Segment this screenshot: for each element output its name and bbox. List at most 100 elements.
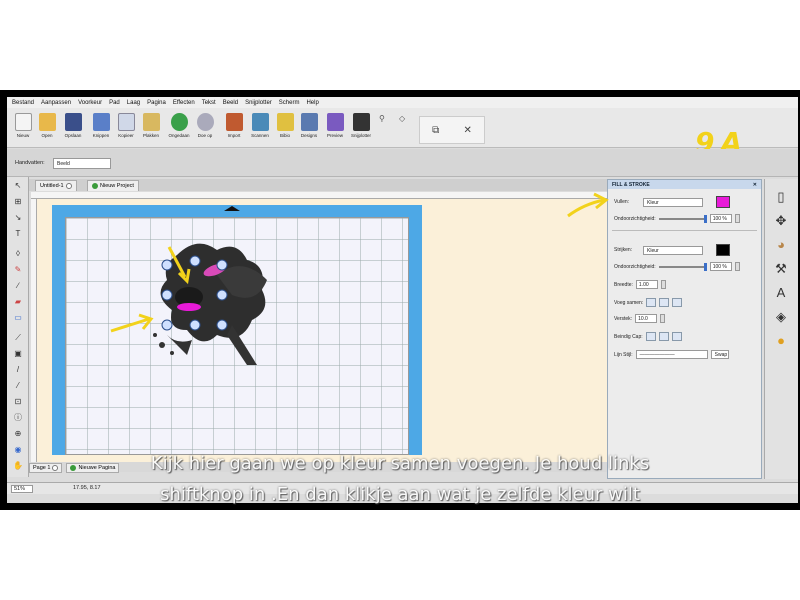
miter-spinner[interactable]	[660, 314, 666, 323]
line-tool-icon[interactable]: /	[13, 365, 23, 375]
gradient-icon[interactable]: ▣	[13, 349, 23, 359]
tab-new-project[interactable]: Nieuw Project	[87, 180, 139, 191]
line-style-select[interactable]: ———————	[635, 350, 708, 359]
fill-opacity-slider[interactable]	[658, 214, 707, 223]
menu-snijplotter[interactable]: Snijplotter	[245, 100, 272, 106]
brush-icon[interactable]: ∕	[13, 281, 23, 291]
width-input[interactable]: 1.00	[635, 280, 658, 289]
join-miter-button[interactable]	[646, 298, 657, 307]
panel-close-icon[interactable]: ✕	[753, 182, 757, 188]
scan-button[interactable]: Scannen	[248, 111, 272, 145]
move-icon[interactable]: ✥	[773, 213, 789, 229]
page-icon[interactable]: ▯	[773, 189, 789, 205]
flower-artwork[interactable]	[147, 235, 287, 370]
import-icon	[225, 113, 243, 131]
line-style-label: Lijn Stijl:	[614, 351, 633, 358]
slider-knob[interactable]	[703, 214, 707, 223]
width-spinner[interactable]	[660, 280, 666, 289]
menu-help[interactable]: Help	[306, 100, 318, 106]
help-icon[interactable]: ●	[773, 333, 789, 349]
restore-button[interactable]: ⧉	[432, 125, 439, 136]
menu-tekst[interactable]: Tekst	[202, 100, 216, 106]
tab-untitled[interactable]: Untitled-1	[35, 180, 77, 191]
join-bevel-button[interactable]	[672, 298, 683, 307]
join-label: Voeg samen:	[614, 299, 644, 306]
stroke-opacity-label: Ondoorzichtigheid:	[614, 263, 656, 270]
copy-button[interactable]: Kopieer	[114, 111, 138, 145]
menu-bestand[interactable]: Bestand	[12, 100, 34, 106]
wrench-icon[interactable]: ⚒	[773, 261, 789, 277]
menu-bar: Bestand Aanpassen Voorkeur Pad Laag Pagi…	[7, 97, 798, 108]
preview-button[interactable]: Preview	[323, 111, 347, 145]
library-button[interactable]: Bibio	[273, 111, 297, 145]
menu-voorkeur[interactable]: Voorkeur	[78, 100, 102, 106]
pencil-icon[interactable]: ✎	[13, 265, 23, 275]
left-ruler	[31, 199, 37, 462]
new-button[interactable]: Nieuw	[11, 111, 35, 145]
menu-aanpassen[interactable]: Aanpassen	[41, 100, 71, 106]
stroke-opacity-input[interactable]: 100 %	[709, 262, 732, 271]
folder-icon	[38, 113, 56, 131]
open-button[interactable]: Open	[35, 111, 59, 145]
knife-tool-icon[interactable]: ⟋	[13, 333, 23, 343]
pin-icon[interactable]: ⚲	[379, 114, 385, 123]
import-button[interactable]: Import	[222, 111, 246, 145]
stroke-color-swatch[interactable]	[716, 244, 730, 256]
close-tab-icon[interactable]	[65, 183, 72, 189]
handles-select[interactable]: Beeld	[53, 158, 111, 169]
menu-pagina[interactable]: Pagina	[147, 100, 166, 106]
stroke-label: Strijken:	[614, 247, 633, 253]
node-edit-icon[interactable]: ↘	[13, 213, 23, 223]
cap-square-button[interactable]	[671, 332, 682, 341]
close-button[interactable]: ✕	[463, 125, 471, 136]
text-style-icon[interactable]: A	[773, 285, 789, 301]
eraser-tool-icon[interactable]: ▰	[13, 297, 23, 307]
cutter-button[interactable]: Snijplotter	[349, 111, 373, 145]
mat-arrow-icon	[224, 206, 240, 211]
miter-input[interactable]: 10.0	[635, 314, 658, 323]
paste-button[interactable]: Plakken	[139, 111, 163, 145]
add-tab-icon[interactable]	[92, 183, 98, 189]
info-icon[interactable]: ⓘ	[13, 413, 23, 423]
menu-pad[interactable]: Pad	[109, 100, 120, 106]
stroke-type-select[interactable]: Kleur	[643, 245, 703, 255]
palette-icon[interactable]: ◕	[773, 237, 789, 253]
fill-color-swatch[interactable]	[716, 196, 730, 208]
fill-type-select[interactable]: Kleur	[643, 197, 703, 207]
fill-opacity-spinner[interactable]	[734, 214, 740, 223]
preview-icon	[326, 113, 344, 131]
eraser-icon[interactable]: ◇	[399, 114, 405, 123]
zoom-icon[interactable]: ⊕	[13, 429, 23, 439]
eyedropper-icon[interactable]: ⁄	[13, 381, 23, 391]
designs-button[interactable]: Designs	[297, 111, 321, 145]
redo-button[interactable]: Doe op	[193, 111, 217, 145]
transform-icon[interactable]: ⊡	[13, 397, 23, 407]
undo-button[interactable]: Ongedaan	[167, 111, 191, 145]
swap-button[interactable]: Swap	[710, 350, 729, 359]
panel-title: FILL & STROKE	[612, 182, 650, 188]
text-tool-icon[interactable]: T	[13, 229, 23, 239]
stroke-opacity-spinner[interactable]	[734, 262, 740, 271]
knife-icon	[352, 113, 370, 131]
width-label: Breedte:	[614, 281, 633, 288]
save-button[interactable]: Opslaan	[61, 111, 85, 145]
cap-round-button[interactable]	[658, 332, 669, 341]
cap-label: Beindig Cap:	[614, 333, 643, 340]
shape-tool-icon[interactable]: ▭	[13, 313, 23, 323]
fill-opacity-input[interactable]: 100 %	[709, 214, 732, 223]
join-round-button[interactable]	[659, 298, 670, 307]
layers-icon[interactable]: ◈	[773, 309, 789, 325]
crop-icon[interactable]: ⊞	[13, 197, 23, 207]
cap-butt-button[interactable]	[645, 332, 656, 341]
menu-beeld[interactable]: Beeld	[223, 100, 238, 106]
cut-button[interactable]: Knippen	[89, 111, 113, 145]
menu-effecten[interactable]: Effecten	[173, 100, 195, 106]
menu-laag[interactable]: Laag	[127, 100, 140, 106]
right-dock: ▯ ✥ ◕ ⚒ A ◈ ●	[764, 179, 798, 479]
stroke-row: Strijken: Kleur	[614, 244, 730, 256]
fill-tool-icon[interactable]: ◊	[13, 249, 23, 259]
stroke-opacity-slider[interactable]	[658, 262, 707, 271]
select-arrow-icon[interactable]: ↖	[13, 181, 23, 191]
menu-scherm[interactable]: Scherm	[279, 100, 300, 106]
slider-knob[interactable]	[703, 262, 707, 271]
